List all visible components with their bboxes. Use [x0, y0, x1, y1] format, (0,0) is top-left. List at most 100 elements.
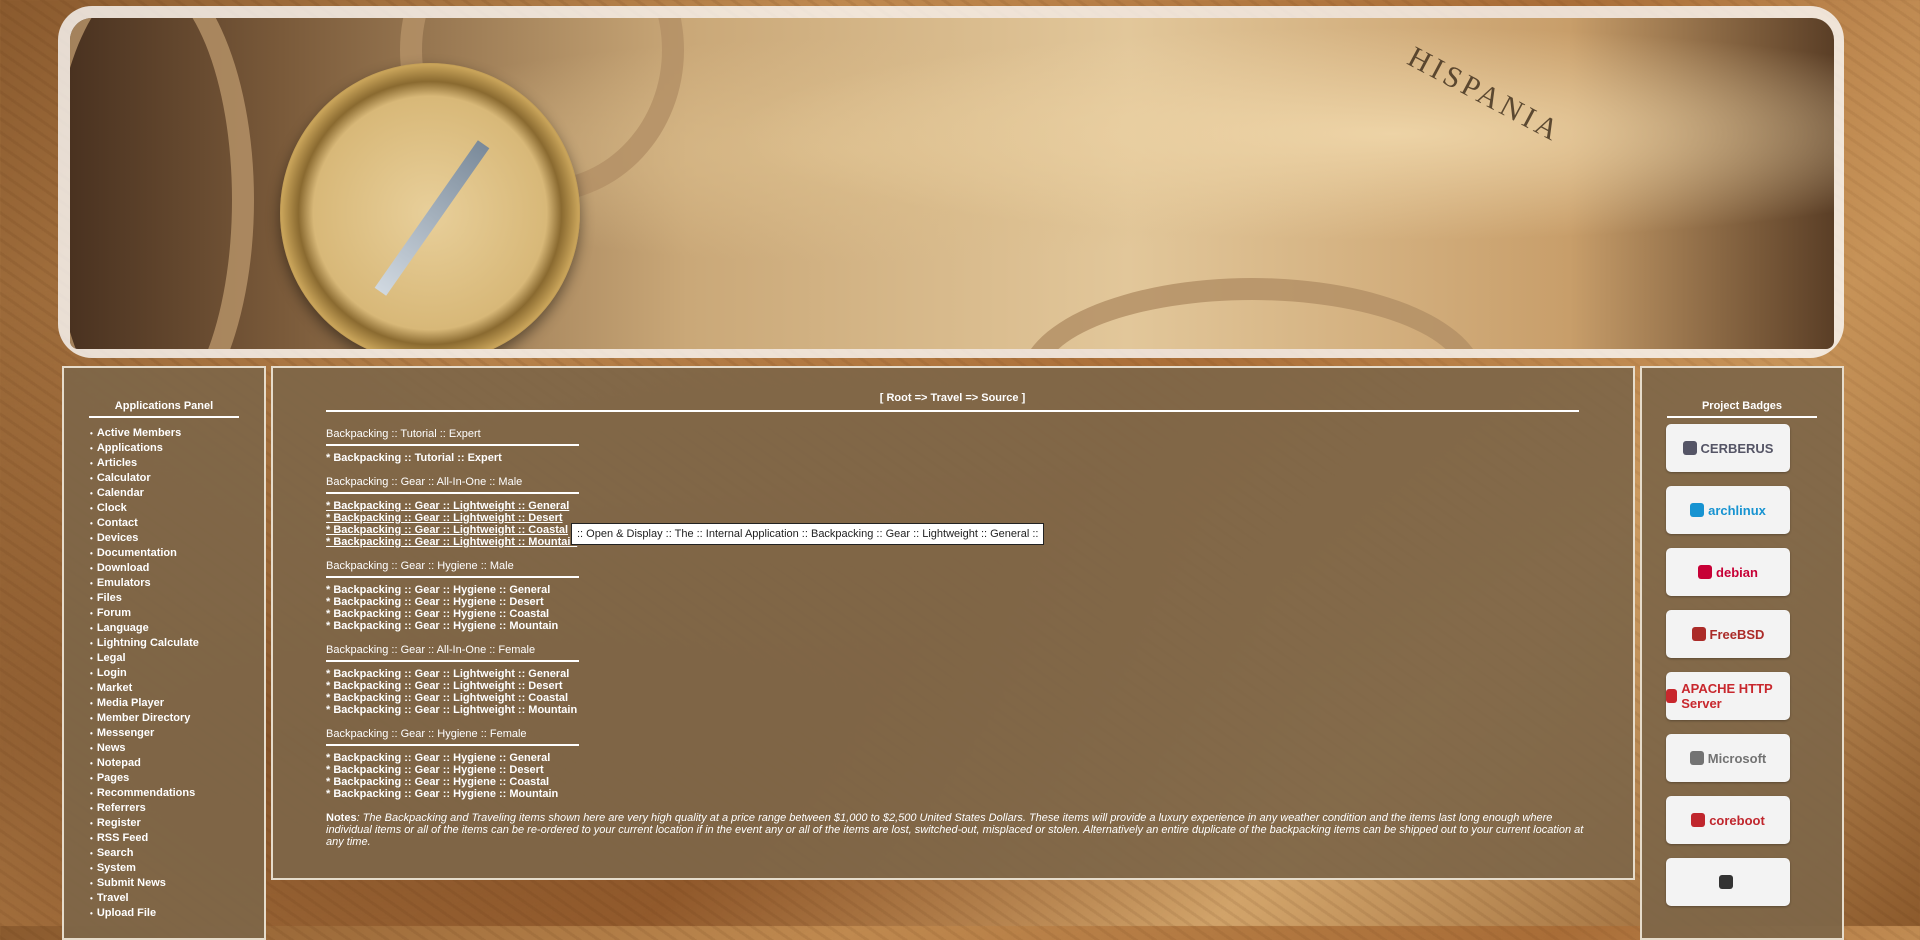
gear-link[interactable]: * Backpacking :: Gear :: Lightweight :: …	[326, 704, 1596, 716]
gear-link-text[interactable]: * Backpacking :: Gear :: Hygiene :: Coas…	[326, 608, 549, 620]
menu-item-link[interactable]: Upload File	[97, 907, 156, 919]
menu-item-link[interactable]: Files	[97, 592, 122, 604]
gear-link[interactable]: * Backpacking :: Gear :: Hygiene :: Coas…	[326, 608, 1596, 620]
menu-item-lightning-calculate[interactable]: • Lightning Calculate	[90, 636, 264, 651]
menu-item-download[interactable]: • Download	[90, 561, 264, 576]
menu-item-articles[interactable]: • Articles	[90, 456, 264, 471]
menu-item-documentation[interactable]: • Documentation	[90, 546, 264, 561]
menu-item-link[interactable]: Contact	[97, 517, 138, 529]
menu-item-link[interactable]: News	[97, 742, 126, 754]
gear-link[interactable]: * Backpacking :: Gear :: Lightweight :: …	[326, 680, 1596, 692]
gear-link-text[interactable]: * Backpacking :: Gear :: Hygiene :: Gene…	[326, 584, 550, 596]
gear-link-text[interactable]: * Backpacking :: Gear :: Hygiene :: Moun…	[326, 788, 558, 800]
menu-item-travel[interactable]: • Travel	[90, 891, 264, 906]
badge-prompt[interactable]	[1666, 858, 1790, 906]
menu-item-link[interactable]: Devices	[97, 532, 139, 544]
menu-item-devices[interactable]: • Devices	[90, 531, 264, 546]
menu-item-link[interactable]: Submit News	[97, 877, 166, 889]
menu-item-link[interactable]: Documentation	[97, 547, 177, 559]
menu-item-link[interactable]: Forum	[97, 607, 131, 619]
menu-item-member-directory[interactable]: • Member Directory	[90, 711, 264, 726]
gear-link-text[interactable]: * Backpacking :: Gear :: Lightweight :: …	[326, 500, 569, 512]
menu-item-active-members[interactable]: • Active Members	[90, 426, 264, 441]
gear-link[interactable]: * Backpacking :: Gear :: Hygiene :: Dese…	[326, 764, 1596, 776]
menu-item-language[interactable]: • Language	[90, 621, 264, 636]
gear-link-text[interactable]: * Backpacking :: Gear :: Lightweight :: …	[326, 692, 568, 704]
menu-item-link[interactable]: Lightning Calculate	[97, 637, 199, 649]
menu-item-pages[interactable]: • Pages	[90, 771, 264, 786]
menu-item-link[interactable]: Language	[97, 622, 149, 634]
gear-link-text[interactable]: * Backpacking :: Gear :: Lightweight :: …	[326, 536, 577, 548]
menu-item-media-player[interactable]: • Media Player	[90, 696, 264, 711]
menu-item-messenger[interactable]: • Messenger	[90, 726, 264, 741]
menu-item-link[interactable]: Download	[97, 562, 150, 574]
menu-item-link[interactable]: Messenger	[97, 727, 154, 739]
menu-item-market[interactable]: • Market	[90, 681, 264, 696]
gear-link[interactable]: * Backpacking :: Gear :: Hygiene :: Moun…	[326, 620, 1596, 632]
menu-item-calculator[interactable]: • Calculator	[90, 471, 264, 486]
menu-item-contact[interactable]: • Contact	[90, 516, 264, 531]
gear-link[interactable]: * Backpacking :: Gear :: Lightweight :: …	[326, 692, 1596, 704]
badge-cerberus[interactable]: CERBERUS	[1666, 424, 1790, 472]
gear-link-text[interactable]: * Backpacking :: Gear :: Lightweight :: …	[326, 680, 563, 692]
gear-link[interactable]: * Backpacking :: Gear :: Hygiene :: Dese…	[326, 596, 1596, 608]
menu-item-applications[interactable]: • Applications	[90, 441, 264, 456]
gear-link[interactable]: * Backpacking :: Gear :: Hygiene :: Coas…	[326, 776, 1596, 788]
menu-item-link[interactable]: Pages	[97, 772, 129, 784]
badge-freebsd-daemon[interactable]: FreeBSD	[1666, 610, 1790, 658]
menu-item-link[interactable]: Clock	[97, 502, 127, 514]
menu-item-link[interactable]: Active Members	[97, 427, 181, 439]
menu-item-recommendations[interactable]: • Recommendations	[90, 786, 264, 801]
menu-item-search[interactable]: • Search	[90, 846, 264, 861]
gear-link-text[interactable]: * Backpacking :: Tutorial :: Expert	[326, 452, 502, 464]
menu-item-link[interactable]: Recommendations	[97, 787, 195, 799]
menu-item-link[interactable]: Register	[97, 817, 141, 829]
menu-item-link[interactable]: Login	[97, 667, 127, 679]
menu-item-link[interactable]: Calculator	[97, 472, 151, 484]
gear-link-text[interactable]: * Backpacking :: Gear :: Lightweight :: …	[326, 512, 563, 524]
menu-item-link[interactable]: System	[97, 862, 136, 874]
menu-item-link[interactable]: Emulators	[97, 577, 151, 589]
menu-item-rss-feed[interactable]: • RSS Feed	[90, 831, 264, 846]
menu-item-submit-news[interactable]: • Submit News	[90, 876, 264, 891]
gear-link[interactable]: * Backpacking :: Gear :: Hygiene :: Gene…	[326, 752, 1596, 764]
menu-item-link[interactable]: Media Player	[97, 697, 164, 709]
menu-item-notepad[interactable]: • Notepad	[90, 756, 264, 771]
menu-item-emulators[interactable]: • Emulators	[90, 576, 264, 591]
menu-item-link[interactable]: Member Directory	[97, 712, 191, 724]
menu-item-legal[interactable]: • Legal	[90, 651, 264, 666]
gear-link-text[interactable]: * Backpacking :: Gear :: Hygiene :: Gene…	[326, 752, 550, 764]
gear-link-text[interactable]: * Backpacking :: Gear :: Lightweight :: …	[326, 524, 568, 536]
gear-link-text[interactable]: * Backpacking :: Gear :: Hygiene :: Coas…	[326, 776, 549, 788]
menu-item-upload-file[interactable]: • Upload File	[90, 906, 264, 921]
gear-link-text[interactable]: * Backpacking :: Gear :: Lightweight :: …	[326, 668, 569, 680]
gear-link-text[interactable]: * Backpacking :: Gear :: Hygiene :: Dese…	[326, 764, 544, 776]
gear-link-text[interactable]: * Backpacking :: Gear :: Lightweight :: …	[326, 704, 577, 716]
badge-debian-swirl[interactable]: debian	[1666, 548, 1790, 596]
gear-link-text[interactable]: * Backpacking :: Gear :: Hygiene :: Moun…	[326, 620, 558, 632]
gear-link[interactable]: * Backpacking :: Gear :: Lightweight :: …	[326, 668, 1596, 680]
menu-item-link[interactable]: Notepad	[97, 757, 141, 769]
menu-item-forum[interactable]: • Forum	[90, 606, 264, 621]
menu-item-link[interactable]: Travel	[97, 892, 129, 904]
menu-item-files[interactable]: • Files	[90, 591, 264, 606]
menu-item-register[interactable]: • Register	[90, 816, 264, 831]
badge-arch[interactable]: archlinux	[1666, 486, 1790, 534]
menu-item-login[interactable]: • Login	[90, 666, 264, 681]
menu-item-link[interactable]: Calendar	[97, 487, 144, 499]
menu-item-referrers[interactable]: • Referrers	[90, 801, 264, 816]
badge-microsoft[interactable]: Microsoft	[1666, 734, 1790, 782]
gear-link[interactable]: * Backpacking :: Gear :: Hygiene :: Moun…	[326, 788, 1596, 800]
menu-item-link[interactable]: Articles	[97, 457, 137, 469]
gear-link-text[interactable]: * Backpacking :: Gear :: Hygiene :: Dese…	[326, 596, 544, 608]
badge-apache-feather[interactable]: APACHE HTTP Server	[1666, 672, 1790, 720]
menu-item-link[interactable]: Legal	[97, 652, 126, 664]
menu-item-calendar[interactable]: • Calendar	[90, 486, 264, 501]
menu-item-link[interactable]: RSS Feed	[97, 832, 148, 844]
gear-link[interactable]: * Backpacking :: Gear :: Hygiene :: Gene…	[326, 584, 1596, 596]
menu-item-link[interactable]: Market	[97, 682, 132, 694]
menu-item-link[interactable]: Search	[97, 847, 134, 859]
menu-item-news[interactable]: • News	[90, 741, 264, 756]
badge-coreboot[interactable]: coreboot	[1666, 796, 1790, 844]
menu-item-link[interactable]: Referrers	[97, 802, 146, 814]
